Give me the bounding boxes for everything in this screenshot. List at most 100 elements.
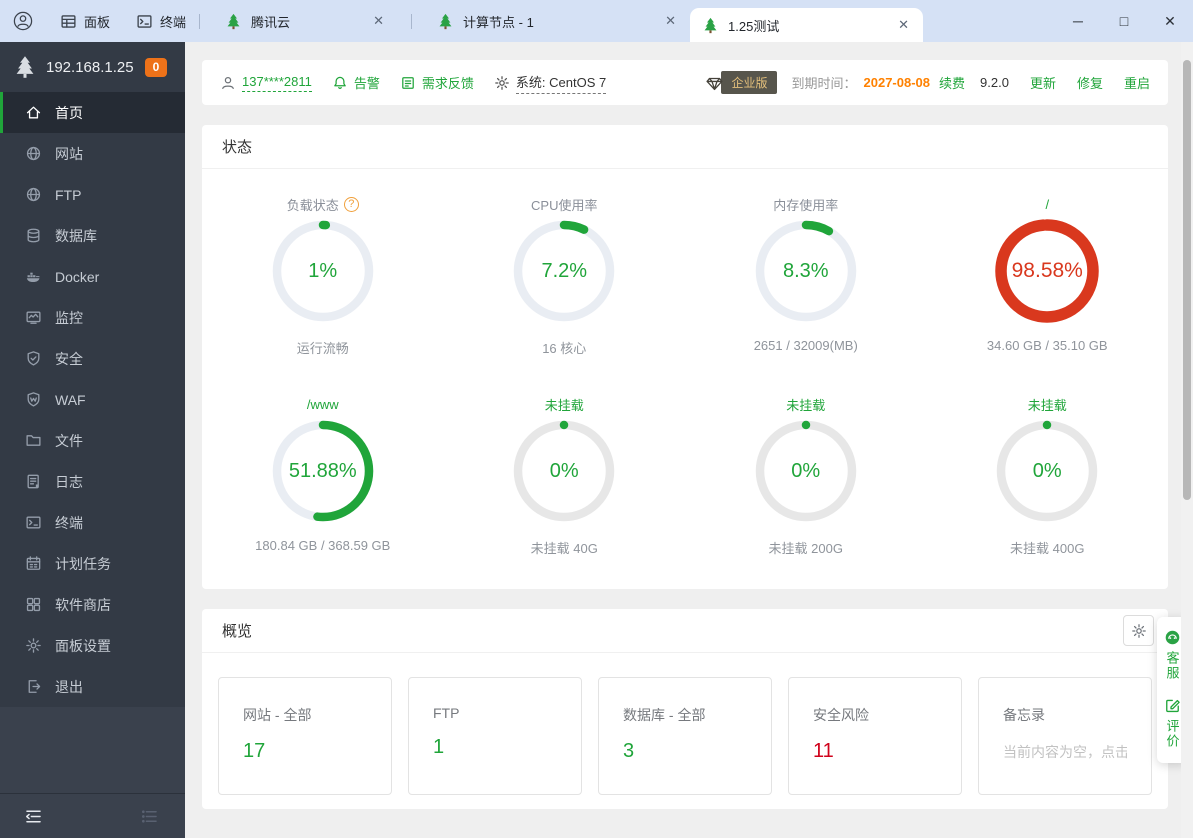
close-window-button[interactable]: ✕ xyxy=(1147,0,1193,42)
tab-125-test-active[interactable]: 1.25测试 ✕ xyxy=(690,8,924,42)
docker-icon xyxy=(26,272,40,283)
alarm-link[interactable]: 告警 xyxy=(332,73,380,92)
sidebar-server-header[interactable]: 192.168.1.25 0 xyxy=(0,42,185,92)
gauge-ring[interactable]: 0% xyxy=(754,419,858,523)
gauge-caption: 未挂载 400G xyxy=(1010,541,1085,556)
card-label: 安全风险 xyxy=(813,707,869,723)
monitor-chart-icon xyxy=(26,311,41,324)
user-avatar-icon[interactable] xyxy=(12,10,34,32)
collapse-sidebar-icon[interactable] xyxy=(24,807,43,826)
review-label: 评价 xyxy=(1164,719,1180,749)
sidebar-item-app-store[interactable]: 软件商店 xyxy=(0,584,185,625)
bt-tree-icon xyxy=(227,13,240,29)
sidebar-item-security[interactable]: 安全 xyxy=(0,338,185,379)
status-panel-title: 状态 xyxy=(202,125,1168,169)
edition-badge[interactable]: 企业版 xyxy=(704,71,777,94)
memo-placeholder-text: 当前内容为空，点击 xyxy=(1003,744,1127,760)
feedback-link[interactable]: 需求反馈 xyxy=(400,73,474,92)
sidebar-item-database[interactable]: 数据库 xyxy=(0,215,185,256)
overview-settings-button[interactable] xyxy=(1123,615,1154,646)
review-button[interactable]: 评价 xyxy=(1163,697,1182,749)
gear-icon xyxy=(26,638,41,653)
account-link[interactable]: 137****2811 xyxy=(220,74,312,92)
minimize-button[interactable]: ─ xyxy=(1055,0,1101,42)
sidebar-item-terminal[interactable]: 终端 xyxy=(0,502,185,543)
gauge-ring[interactable]: 7.2% xyxy=(512,219,616,323)
feedback-label: 需求反馈 xyxy=(421,76,474,91)
notification-badge[interactable]: 0 xyxy=(145,57,167,77)
sidebar-item-label: 网站 xyxy=(55,145,83,162)
card-value: 1 xyxy=(433,736,445,758)
gauge-disk-unmounted-40g: 未挂载 0% 未挂载 40G xyxy=(444,395,686,557)
sidebar-item-docker[interactable]: Docker xyxy=(0,256,185,297)
gauge-disk-unmounted-400g: 未挂载 0% 未挂载 400G xyxy=(927,395,1169,557)
sidebar-item-label: 计划任务 xyxy=(55,555,111,572)
tab-close-icon[interactable]: ✕ xyxy=(663,13,678,29)
update-link[interactable]: 更新 xyxy=(1030,73,1056,92)
sidebar-item-label: 文件 xyxy=(55,432,83,449)
tab-label: 腾讯云 xyxy=(251,14,291,30)
sidebar-item-label: 安全 xyxy=(55,350,83,367)
overview-cards: 网站 - 全部 17 FTP 1 数据库 - 全部 3 安全风险 11 备忘录 xyxy=(202,653,1168,809)
sidebar-item-website[interactable]: 网站 xyxy=(0,133,185,174)
customer-service-icon xyxy=(1165,630,1179,645)
card-memo[interactable]: 备忘录 当前内容为空，点击 xyxy=(978,677,1152,795)
tab-compute-node-1[interactable]: 计算节点 - 1 ✕ xyxy=(425,0,690,42)
logout-icon xyxy=(28,680,41,693)
repair-link[interactable]: 修复 xyxy=(1077,73,1103,92)
sidebar-item-logs[interactable]: 日志 xyxy=(0,461,185,502)
restart-link[interactable]: 重启 xyxy=(1124,73,1150,92)
sidebar-item-cron[interactable]: 计划任务 xyxy=(0,543,185,584)
username: 137****2811 xyxy=(242,74,312,92)
customer-service-button[interactable]: 客服 xyxy=(1163,629,1182,681)
terminal-icon xyxy=(26,516,41,529)
gauge-ring[interactable]: 0% xyxy=(995,419,1099,523)
system-label: 系统: CentOS 7 xyxy=(515,72,607,94)
scrollbar-thumb[interactable] xyxy=(1183,60,1191,500)
sidebar: 192.168.1.25 0 首页 网站 FTP 数据库 Docker 监控 安… xyxy=(0,42,185,838)
vertical-scrollbar[interactable] xyxy=(1181,42,1193,838)
status-gauge-grid: 负载状态 ? 1% 运行流畅 CPU使用率 7.2% 16 核心 内存使用率 8… xyxy=(202,169,1168,589)
app-grid-icon xyxy=(26,597,41,612)
maximize-button[interactable]: □ xyxy=(1101,0,1147,42)
card-ftp[interactable]: FTP 1 xyxy=(408,677,582,795)
sidebar-item-waf[interactable]: WAF xyxy=(0,379,185,420)
card-label: 网站 - 全部 xyxy=(243,707,312,723)
gauge-ring[interactable]: 8.3% xyxy=(754,219,858,323)
panel-version: 9.2.0 xyxy=(980,75,1009,90)
sidebar-item-files[interactable]: 文件 xyxy=(0,420,185,461)
sidebar-item-ftp[interactable]: FTP xyxy=(0,174,185,215)
gauge-disk-root: / 98.58% 34.60 GB / 35.10 GB xyxy=(927,195,1169,357)
system-info[interactable]: 系统: CentOS 7 xyxy=(494,72,607,94)
card-databases[interactable]: 数据库 - 全部 3 xyxy=(598,677,772,795)
help-icon[interactable]: ? xyxy=(343,196,359,212)
menu-list-icon[interactable] xyxy=(140,807,159,826)
gauge-caption: 16 核心 xyxy=(542,341,587,356)
tab-close-icon[interactable]: ✕ xyxy=(896,17,911,33)
gauge-ring[interactable]: 98.58% xyxy=(995,219,1099,323)
gauge-ring[interactable]: 51.88% xyxy=(271,419,375,523)
sidebar-item-settings[interactable]: 面板设置 xyxy=(0,625,185,666)
alarm-bell-icon xyxy=(334,76,346,89)
info-topbar: 137****2811 告警 需求反馈 系统: CentOS 7 企业版 到期时… xyxy=(202,60,1168,105)
sidebar-item-home[interactable]: 首页 xyxy=(0,92,185,133)
tab-close-icon[interactable]: ✕ xyxy=(371,13,386,29)
tab-label: 1.25测试 xyxy=(728,18,780,34)
gauge-ring[interactable]: 1% xyxy=(271,219,375,323)
review-pencil-icon xyxy=(1165,699,1180,713)
card-security-risks[interactable]: 安全风险 11 xyxy=(788,677,962,795)
sidebar-item-monitor[interactable]: 监控 xyxy=(0,297,185,338)
tab-label: 计算节点 - 1 xyxy=(463,14,534,30)
sidebar-item-logout[interactable]: 退出 xyxy=(0,666,185,707)
panel-nav-button[interactable]: 面板 xyxy=(60,12,110,31)
sidebar-item-label: 退出 xyxy=(55,678,83,695)
gauge-caption: 34.60 GB / 35.10 GB xyxy=(986,338,1108,353)
gauge-caption: 运行流畅 xyxy=(296,341,349,356)
gauge-ring[interactable]: 0% xyxy=(512,419,616,523)
card-websites[interactable]: 网站 - 全部 17 xyxy=(218,677,392,795)
renew-link[interactable]: 续费 xyxy=(939,73,965,92)
tab-tencent-cloud[interactable]: 腾讯云 ✕ xyxy=(213,0,398,42)
terminal-nav-button[interactable]: 终端 xyxy=(136,12,186,31)
gauge-caption: 未挂载 200G xyxy=(768,541,843,556)
sidebar-item-label: 监控 xyxy=(55,309,83,326)
